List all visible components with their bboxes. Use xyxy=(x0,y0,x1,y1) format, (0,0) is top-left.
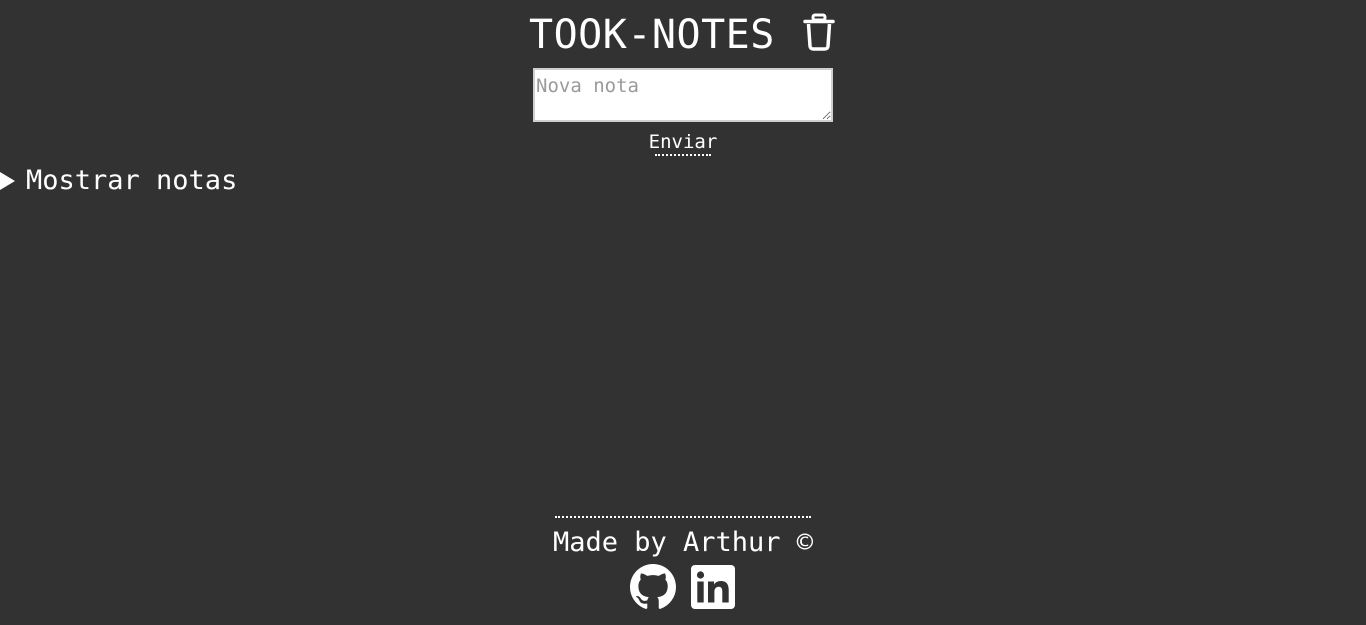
linkedin-icon xyxy=(691,565,735,609)
triangle-right-icon xyxy=(0,172,15,190)
app-page: TOOK-NOTES Enviar Mostrar notas Made by … xyxy=(0,0,1366,625)
send-underline xyxy=(655,154,711,156)
footer-credit: Made by Arthur © xyxy=(552,527,814,558)
footer-divider xyxy=(555,516,811,518)
linkedin-link[interactable] xyxy=(690,564,736,610)
app-title: TOOK-NOTES xyxy=(529,12,775,58)
github-icon xyxy=(630,564,676,609)
show-notes-toggle[interactable]: Mostrar notas xyxy=(0,164,237,198)
github-link[interactable] xyxy=(630,564,676,610)
show-notes-label: Mostrar notas xyxy=(26,165,238,196)
new-note-input[interactable] xyxy=(533,68,833,122)
trash-icon xyxy=(803,13,835,51)
app-header: TOOK-NOTES xyxy=(0,8,1366,64)
clear-notes-button[interactable] xyxy=(800,12,838,52)
